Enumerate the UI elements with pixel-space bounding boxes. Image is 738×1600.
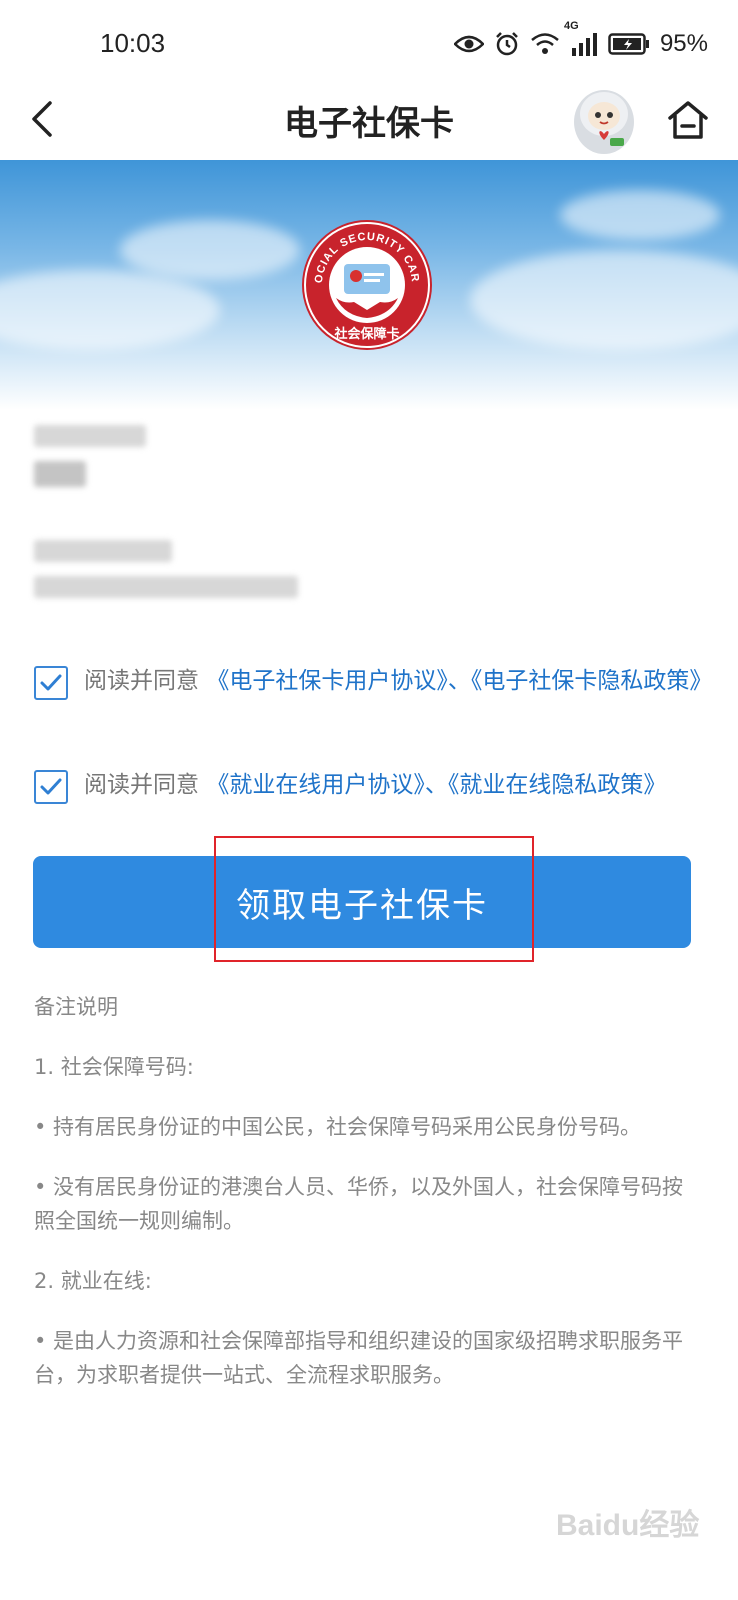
agreement-prefix: 阅读并同意 xyxy=(84,772,207,798)
notes-section2-title: 2. 就业在线: xyxy=(34,1269,152,1293)
notes-section: 备注说明 1. 社会保障号码: • 持有居民身份证的中国公民，社会保障号码采用公… xyxy=(34,990,704,1418)
agreement-prefix: 阅读并同意 xyxy=(84,668,207,694)
notes-section2-item1: • 是由人力资源和社会保障部指导和组织建设的国家级招聘求职服务平台，为求职者提供… xyxy=(34,1329,684,1387)
check-icon xyxy=(40,778,62,795)
social-security-card-logo: SOCIAL SECURITY CARD 社会保障卡 xyxy=(296,209,434,352)
agreement-checkbox-2[interactable] xyxy=(34,770,68,804)
notes-section1-item1: • 持有居民身份证的中国公民，社会保障号码采用公民身份号码。 xyxy=(34,1115,642,1139)
id-label-blurred xyxy=(34,540,172,562)
network-type: 4G xyxy=(563,20,579,32)
agreement-row-2: 阅读并同意 《就业在线用户协议》、《就业在线隐私政策》 xyxy=(34,764,714,806)
eye-icon xyxy=(453,34,484,54)
nav-bar: 电子社保卡 xyxy=(0,80,738,160)
ess-privacy-policy-link[interactable]: 《电子社保卡隐私政策》 xyxy=(471,668,713,694)
cloud xyxy=(120,220,300,280)
agreement-separator: 、 xyxy=(447,668,471,694)
battery-level: 95% xyxy=(659,30,708,57)
employment-privacy-policy-link[interactable]: 《就业在线隐私政策》 xyxy=(448,772,667,798)
status-bar: 10:03 4G 95% xyxy=(0,0,738,90)
claim-card-button[interactable]: 领取电子社保卡 xyxy=(33,856,691,948)
notes-section1-item2: • 没有居民身份证的港澳台人员、华侨，以及外国人，社会保障号码按照全国统一规则编… xyxy=(34,1175,684,1233)
ess-user-agreement-link[interactable]: 《电子社保卡用户协议》 xyxy=(206,668,448,694)
id-info xyxy=(34,540,298,612)
baidu-watermark: Baidu经验 xyxy=(556,1509,700,1542)
alarm-icon xyxy=(494,31,520,57)
check-icon xyxy=(40,674,62,691)
wifi-icon xyxy=(530,32,560,56)
status-time: 10:03 xyxy=(100,28,166,58)
header-banner: SOCIAL SECURITY CARD 社会保障卡 xyxy=(0,160,738,410)
agreement-text-1: 阅读并同意 《电子社保卡用户协议》、《电子社保卡隐私政策》 xyxy=(84,660,712,702)
mascot-icon[interactable] xyxy=(566,82,642,158)
signal-icon: 4G xyxy=(564,20,598,56)
cloud xyxy=(0,270,220,350)
home-icon xyxy=(668,101,708,139)
agreement-text-2: 阅读并同意 《就业在线用户协议》、《就业在线隐私政策》 xyxy=(84,764,666,806)
name-info xyxy=(34,425,146,501)
agreement-row-1: 阅读并同意 《电子社保卡用户协议》、《电子社保卡隐私政策》 xyxy=(34,660,714,702)
logo-bottom-text: 社会保障卡 xyxy=(333,326,399,342)
agreement-checkbox-1[interactable] xyxy=(34,666,68,700)
agreement-separator: 、 xyxy=(424,772,448,798)
battery-icon xyxy=(608,32,650,56)
employment-user-agreement-link[interactable]: 《就业在线用户协议》 xyxy=(206,772,425,798)
notes-section1-title: 1. 社会保障号码: xyxy=(34,1055,194,1079)
id-value-blurred xyxy=(34,576,298,598)
notes-title: 备注说明 xyxy=(34,995,118,1019)
status-icons: 4G 95% xyxy=(453,20,708,58)
cloud xyxy=(470,250,738,350)
home-button[interactable] xyxy=(660,92,716,148)
name-value-blurred xyxy=(34,461,86,487)
cloud xyxy=(560,190,720,240)
name-label-blurred xyxy=(34,425,146,447)
